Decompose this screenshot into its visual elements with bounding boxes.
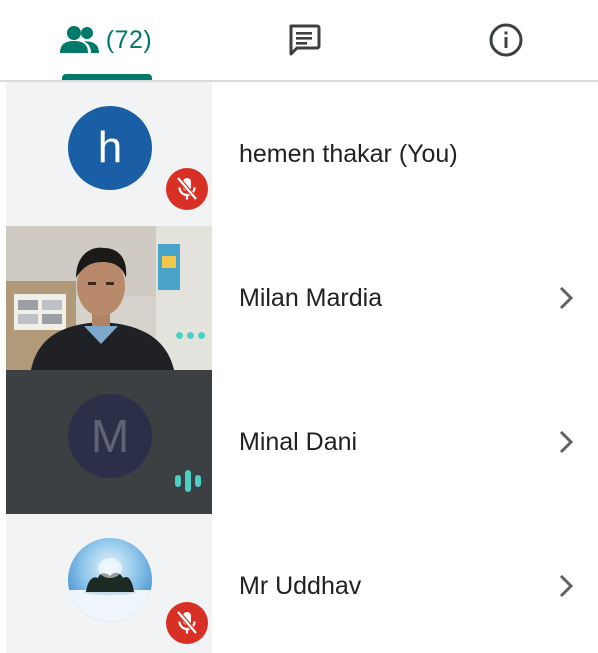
participant-video-tile — [6, 226, 212, 370]
participant-row[interactable]: M Minal Dani — [0, 370, 598, 514]
chat-message-icon — [289, 24, 321, 56]
mic-off-icon — [166, 602, 208, 644]
tab-bar: (72) — [0, 0, 598, 82]
chevron-right-icon[interactable] — [556, 428, 576, 456]
participant-tile: h — [6, 82, 212, 226]
participant-row[interactable]: Milan Mardia — [0, 226, 598, 370]
participant-name: hemen thakar (You) — [239, 139, 458, 168]
info-icon — [489, 23, 523, 57]
participant-name: Milan Mardia — [239, 283, 383, 312]
avatar: h — [68, 106, 152, 190]
people-icon — [59, 26, 99, 53]
participant-tile: M — [6, 370, 212, 514]
active-tab-indicator — [62, 74, 152, 80]
participant-count: (72) — [105, 25, 153, 54]
video-feed — [6, 226, 212, 370]
audio-level-icon — [175, 470, 201, 492]
chevron-right-icon[interactable] — [556, 284, 576, 312]
participant-name: Mr Uddhav — [239, 571, 362, 600]
participant-row[interactable]: h hemen thakar (You) — [0, 82, 598, 226]
mic-off-icon — [166, 168, 208, 210]
avatar — [68, 538, 152, 622]
participant-row[interactable]: Mr Uddhav — [0, 514, 598, 653]
avatar: M — [68, 394, 152, 478]
more-dots-icon — [176, 332, 205, 339]
avatar-photo — [68, 558, 152, 622]
chevron-right-icon[interactable] — [556, 572, 576, 600]
tab-info[interactable] — [466, 0, 546, 80]
tab-chat[interactable] — [264, 0, 344, 80]
participant-tile — [6, 514, 212, 653]
tab-people[interactable]: (72) — [56, 0, 156, 80]
participant-name: Minal Dani — [239, 427, 358, 456]
